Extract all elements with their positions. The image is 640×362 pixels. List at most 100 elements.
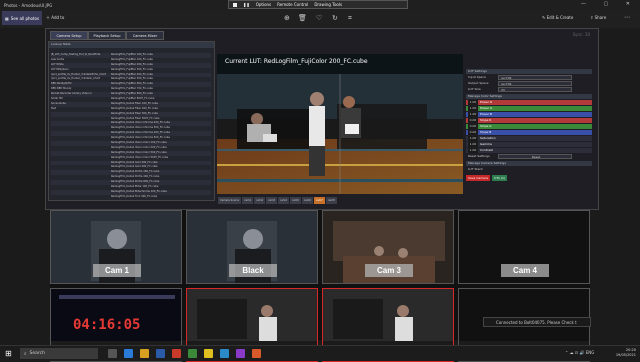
camera-source-button[interactable]: cam2 [254,197,266,204]
slider-value[interactable]: 1.00 [468,136,478,141]
camera-source-button[interactable]: cam5 [289,197,301,204]
taskbar-search[interactable]: ⌕ Search [20,348,98,359]
stop-icon[interactable] [233,2,237,7]
color-slider[interactable]: 1.00 Power B [466,112,592,117]
cam6-feed [187,289,317,341]
share-button[interactable]: ⇪ Share [590,15,606,20]
save-camera-row: Save Camera CT1 (1) [466,175,592,181]
slider-value[interactable]: 0.00 [468,130,478,135]
camera-source-button[interactable]: cam7 [313,197,325,204]
lut-list[interactable]: JB_LUT_Comp_Testing_Full_to_RecWhite RedL… [51,53,211,200]
tab-playback-setup[interactable]: Playback Setup [88,31,126,40]
field-select[interactable]: 33 [498,87,572,92]
color-slider[interactable]: 1.00 Power G [466,106,592,111]
cam7-feed [323,289,453,341]
zoom-icon[interactable]: ⊕ [284,14,290,22]
options-menu[interactable]: Options [256,2,271,7]
current-lut-label: Current LUT: RedLogFilm_FujiColor 200_FC… [225,58,368,65]
lut-fields: Input Space rec709 Output Space rec709 LUT S… [466,75,592,92]
photos-icon: ▦ [5,15,9,21]
lut-list-item[interactable]: RedLogFilm_Kodak Tri-X 400_FC.cube [51,195,211,200]
slider-label: Power G [480,106,493,110]
store-icon[interactable] [156,349,165,358]
slider-value[interactable]: 0.00 [468,124,478,129]
save-camera-button[interactable]: Save Camera [466,175,491,181]
app-icon-2[interactable] [188,349,197,358]
file-explorer-icon[interactable] [140,349,149,358]
slider-value[interactable]: 1.00 [468,112,478,117]
add-to-button[interactable]: ＋ Add to [46,15,64,21]
app-icon-6[interactable] [252,349,261,358]
camera-source-button[interactable]: cam4 [278,197,289,204]
slider-label: Saturation [480,136,496,140]
drawing-tools-menu[interactable]: Drawing Tools [314,2,342,7]
save-target-select[interactable]: CT1 (1) [492,175,508,181]
slider-label: Contrast [480,148,493,152]
window-controls[interactable]: — ▢ ✕ [581,1,638,7]
reset-row: Reset Settings Reset [466,154,592,159]
remote-control-menu[interactable]: Remote Control [277,2,308,7]
camera-source-buttons: Camera Source cam1 cam2 cam3 cam4 cam5 cam6 cam… [218,197,337,204]
color-slider[interactable]: 0.00 Slope G [466,124,592,129]
delete-icon[interactable]: 🗑 [298,14,307,22]
multiview-cell-4[interactable]: Cam 4 [458,210,590,284]
sync-status: Sync: 30 [572,32,590,37]
slider-label: Power B [480,112,493,116]
camera-source-label: Camera Source [218,197,242,204]
reset-button[interactable]: Reset [498,154,572,159]
field-select[interactable]: rec709 [498,81,572,86]
pause-icon[interactable]: ❚❚ [243,2,250,7]
lut-settings-header: LUT Settings [466,69,592,74]
slider-value[interactable]: 1.00 [468,148,478,153]
slider-value[interactable]: 1.00 [468,142,478,147]
app-icon-1[interactable] [172,349,181,358]
search-icon: ⌕ [24,351,27,357]
see-all-photos-button[interactable]: ▦ See all photos [2,11,42,25]
color-sliders: 1.00 Power R 1.00 Power G 1.00 Power B 0.00 Slo… [466,100,592,153]
amodeus-app-window: Camera Setup Playback Setup Camera Mixer… [45,28,599,210]
lut-field: Input Space rec709 [466,75,592,80]
remote-control-bar: ❚❚ Options Remote Control Drawing Tools [228,0,408,9]
field-select[interactable]: rec709 [498,75,572,80]
connection-toast: Connected to Bolt04075. Please Check t [483,317,591,327]
lut-stack-row[interactable]: LUT Stack [466,167,592,172]
tab-camera-setup[interactable]: Camera Setup [50,31,88,40]
rotate-icon[interactable]: ↻ [332,14,338,22]
camera-source-button[interactable]: cam6 [301,197,313,204]
window-title: Photos - AmodeusUI.JPG [4,3,53,8]
field-label: Output Space [468,81,489,85]
color-slider[interactable]: 1.00 Gamma [466,142,592,147]
slider-value[interactable]: 1.00 [468,106,478,111]
camera-source-button[interactable]: cam3 [266,197,278,204]
slider-value[interactable]: 0.00 [468,118,478,123]
camera-source-button[interactable]: cam1 [242,197,254,204]
system-tray-icons[interactable]: ⌃ ☁ ⊡ 🔊 ENG [565,350,594,355]
multiview-cell-3[interactable]: Cam 3 [322,210,454,284]
camera-preview: Current LUT: RedLogFilm_FujiColor 200_FC… [217,54,463,194]
cam8-feed [459,289,589,341]
color-slider[interactable]: 1.00 Saturation [466,136,592,141]
clock[interactable]: 20:20 19/05/2021 [616,348,636,358]
more-icon[interactable]: ⋯ [624,14,630,21]
cam-label: Cam 3 [365,264,413,277]
multiview-cell-1[interactable]: Cam 1 [50,210,182,284]
windows-start-icon[interactable]: ⊞ [5,349,12,358]
color-slider[interactable]: 0.00 Slope B [466,130,592,135]
cam-label: Black [229,264,277,277]
color-slider[interactable]: 1.00 Power R [466,100,592,105]
photos-toolbar: ▦ See all photos ＋ Add to ⊕ 🗑 ♡ ↻ ⌗ ✎ Ed… [0,10,640,28]
color-slider[interactable]: 1.00 Contrast [466,148,592,153]
app-icon-3[interactable] [204,349,213,358]
color-slider[interactable]: 0.00 Slope R [466,118,592,123]
app-icon-5[interactable] [236,349,245,358]
tab-camera-mixer[interactable]: Camera Mixer [126,31,164,40]
camera-source-button[interactable]: cam8 [325,197,337,204]
slider-value[interactable]: 1.00 [468,100,478,105]
app-icon-4[interactable] [220,349,229,358]
favorite-icon[interactable]: ♡ [316,14,322,22]
crop-icon[interactable]: ⌗ [348,14,352,23]
edit-create-button[interactable]: ✎ Edit & Create [542,15,573,20]
task-view-icon[interactable] [108,349,117,358]
edge-icon[interactable] [124,349,133,358]
multiview-cell-2[interactable]: Black [186,210,318,284]
